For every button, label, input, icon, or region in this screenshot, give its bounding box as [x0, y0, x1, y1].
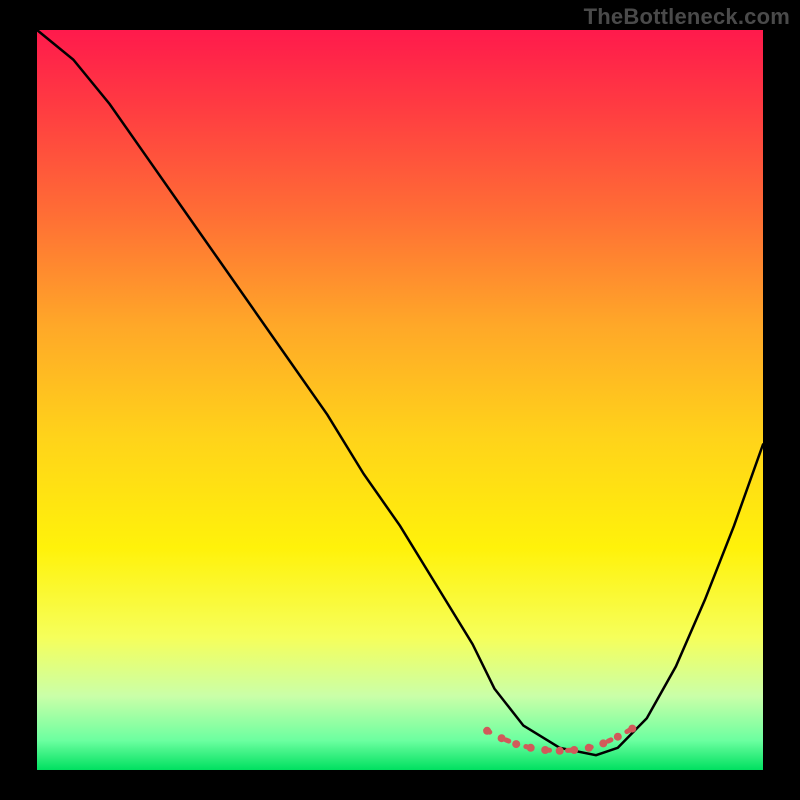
bottleneck-chart [0, 0, 800, 800]
chart-root: TheBottleneck.com [0, 0, 800, 800]
gradient-background [37, 30, 763, 770]
